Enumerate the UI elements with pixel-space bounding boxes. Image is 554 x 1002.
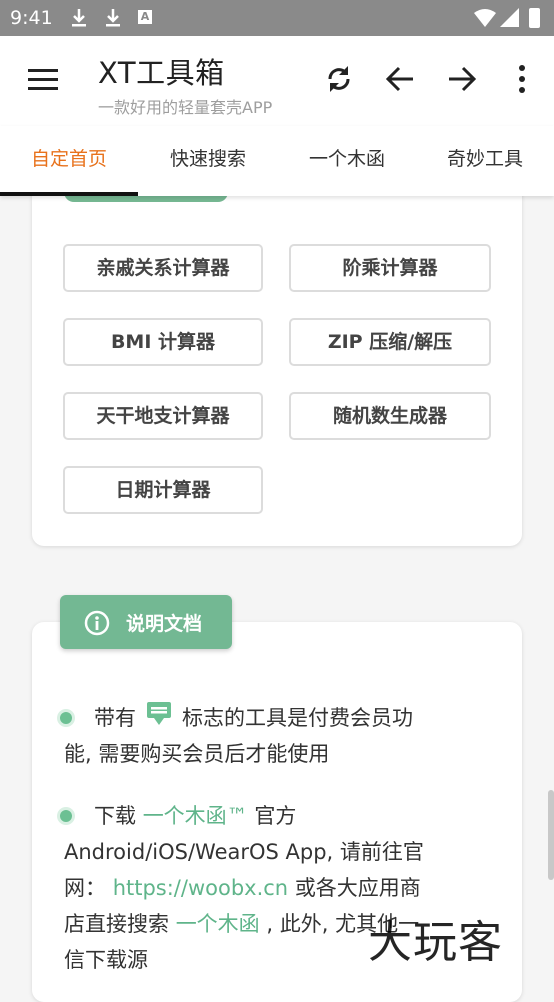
- doc-paragraph-vip: 带有 标志的工具是付费会员功 能, 需要购买会员后才能使用: [64, 700, 413, 772]
- menu-icon[interactable]: [28, 68, 58, 90]
- download-icon: [106, 9, 120, 27]
- tool-button-relative-calc[interactable]: 亲戚关系计算器: [63, 244, 263, 292]
- watermark: 大玩客: [368, 917, 503, 968]
- arrow-forward-icon[interactable]: [446, 62, 478, 96]
- website-link[interactable]: https://woobx.cn: [113, 876, 288, 900]
- wifi-icon: [474, 9, 496, 27]
- tool-button-factorial-calc[interactable]: 阶乘计算器: [289, 244, 491, 292]
- app-subtitle: 一款好用的轻量套壳APP: [98, 98, 273, 117]
- tool-button-zip[interactable]: ZIP 压缩/解压: [289, 318, 491, 366]
- status-bar: 9:41 A: [0, 0, 554, 36]
- more-vert-icon[interactable]: [516, 62, 528, 96]
- tool-button-ganzhi-calc[interactable]: 天干地支计算器: [63, 392, 263, 440]
- tab-indicator: [0, 192, 138, 196]
- tool-button-bmi-calc[interactable]: BMI 计算器: [63, 318, 263, 366]
- tool-button-date-calc[interactable]: 日期计算器: [63, 466, 263, 514]
- tool-button-random-number[interactable]: 随机数生成器: [289, 392, 491, 440]
- download-icon: [72, 9, 86, 27]
- status-time: 9:41: [10, 7, 53, 29]
- muhan-brand-link[interactable]: 一个木函™: [143, 804, 248, 828]
- battery-icon: [529, 8, 540, 28]
- app-bar: XT工具箱 一款好用的轻量套壳APP: [0, 36, 554, 126]
- tab-quick-search[interactable]: 快速搜索: [138, 126, 278, 196]
- signal-icon: [500, 8, 519, 27]
- muhan-search-link[interactable]: 一个木函: [176, 912, 260, 936]
- doc-header-pill: 说明文档: [60, 595, 232, 649]
- tab-muhan[interactable]: 一个木函: [278, 126, 416, 196]
- doc-title: 说明文档: [126, 613, 203, 635]
- vip-badge-icon: [147, 702, 171, 725]
- info-icon: [84, 610, 110, 636]
- scrollbar-thumb[interactable]: [548, 790, 554, 880]
- app-title: XT工具箱: [98, 56, 225, 90]
- tab-custom-home[interactable]: 自定首页: [0, 126, 138, 196]
- tab-bar: 自定首页 快速搜索 一个木函 奇妙工具: [0, 126, 554, 196]
- arrow-back-icon[interactable]: [384, 62, 416, 96]
- notification-badge-icon: A: [138, 10, 152, 24]
- refresh-icon[interactable]: [322, 62, 356, 96]
- tab-wonder-tools[interactable]: 奇妙工具: [416, 126, 554, 196]
